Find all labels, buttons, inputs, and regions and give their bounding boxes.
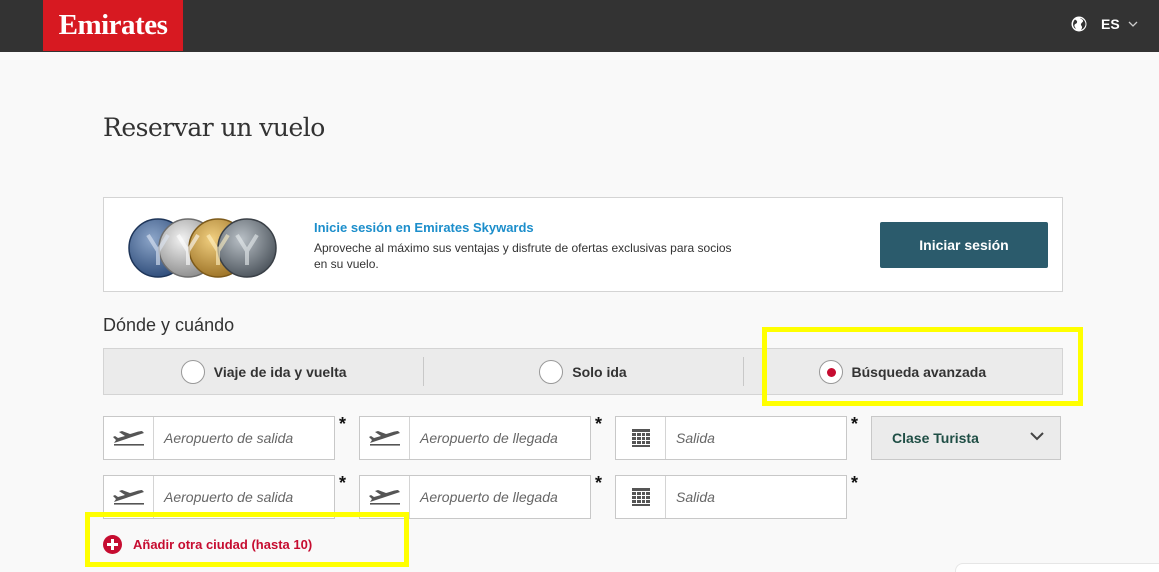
required-mark: * [339, 473, 347, 493]
field-placeholder: Salida [676, 430, 715, 446]
plane-takeoff-icon [104, 417, 154, 459]
one-way-radio[interactable] [539, 359, 564, 384]
arrival-airport-field[interactable]: Aeropuerto de llegada [359, 416, 591, 460]
trip-type-round-trip[interactable]: Viaje de ida y vuelta [104, 349, 423, 394]
language-code: ES [1101, 16, 1120, 32]
cabin-class-select[interactable]: Clase Turista [871, 416, 1061, 460]
field-placeholder: Aeropuerto de llegada [420, 489, 558, 505]
trip-type-label: Viaje de ida y vuelta [213, 363, 347, 380]
departure-date-field[interactable]: Salida [615, 416, 847, 460]
calendar-icon [616, 417, 666, 459]
emirates-logo[interactable]: Emirates [43, 0, 183, 51]
departure-date-field[interactable]: Salida [615, 475, 847, 519]
field-placeholder: Salida [676, 489, 715, 505]
required-mark: * [339, 414, 347, 434]
where-when-heading: Dónde y cuándo [103, 315, 235, 335]
skywards-promo: Inicie sesión en Emirates Skywards Aprov… [103, 197, 1063, 292]
chevron-down-icon [1128, 21, 1138, 27]
required-mark: * [851, 473, 859, 493]
highlight-box [762, 327, 1083, 406]
page-title: Reservar un vuelo [103, 113, 325, 142]
chat-widget-edge [955, 563, 1159, 572]
trip-type-one-way[interactable]: Solo ida [423, 349, 742, 394]
required-mark: * [851, 414, 859, 434]
top-bar: Emirates ES [0, 0, 1159, 52]
field-placeholder: Aeropuerto de salida [164, 489, 294, 505]
field-placeholder: Aeropuerto de salida [164, 430, 294, 446]
calendar-icon [616, 476, 666, 518]
required-mark: * [595, 473, 603, 493]
plane-landing-icon [360, 417, 410, 459]
chevron-down-icon [1030, 432, 1044, 441]
field-placeholder: Aeropuerto de llegada [420, 430, 558, 446]
globe-icon [1071, 16, 1087, 32]
departure-airport-field[interactable]: Aeropuerto de salida [103, 416, 335, 460]
skywards-promo-title[interactable]: Inicie sesión en Emirates Skywards [314, 220, 534, 235]
highlight-box [85, 512, 409, 567]
login-button[interactable]: Iniciar sesión [880, 222, 1048, 268]
language-selector[interactable]: ES [1071, 14, 1138, 34]
skywards-promo-description: Aproveche al máximo sus ventajas y disfr… [314, 241, 732, 271]
skywards-medals-image [128, 218, 277, 278]
round-trip-radio[interactable] [180, 359, 205, 384]
trip-type-label: Solo ida [572, 363, 627, 380]
cabin-class-value: Clase Turista [892, 430, 979, 446]
required-mark: * [595, 414, 603, 434]
